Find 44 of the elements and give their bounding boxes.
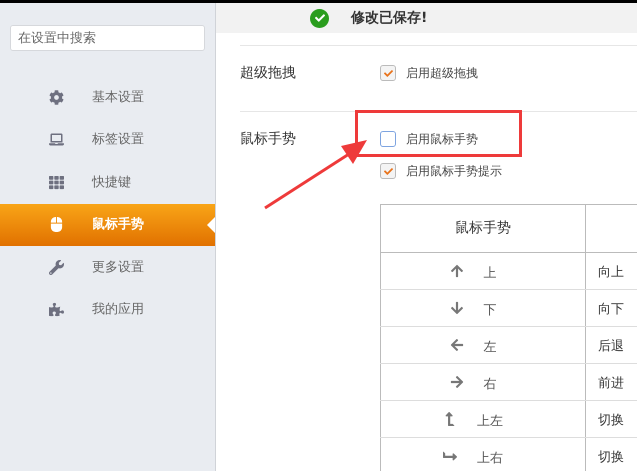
success-icon: [310, 8, 329, 28]
table-cell-text: 左: [484, 339, 496, 358]
toast-message: 修改已保存!: [351, 8, 428, 28]
option-label: 启用鼠标手势: [406, 131, 478, 148]
checkbox[interactable]: [380, 163, 396, 179]
down-arrow-icon: [450, 301, 464, 315]
nav-item[interactable]: 标签设置: [0, 118, 215, 161]
grid-icon: [48, 174, 64, 190]
search-field[interactable]: 在设置中搜索: [10, 25, 205, 51]
checkbox[interactable]: [380, 65, 396, 81]
up-arrow-icon: [450, 264, 464, 278]
nav-item[interactable]: 更多设置: [0, 246, 215, 288]
left-arrow-icon: [450, 338, 464, 352]
turn-arrow-icon: [443, 449, 457, 463]
section-title: 超级拖拽: [240, 64, 296, 83]
turn-arrow-icon: [443, 412, 457, 426]
nav-item[interactable]: 我的应用: [0, 288, 215, 331]
right-arrow-icon: [450, 375, 464, 389]
table-cell: 前进: [598, 376, 624, 391]
column-header: 鼠标手势: [380, 204, 586, 252]
table-cell: 切换: [598, 413, 624, 428]
table-cell-text: 上: [484, 265, 496, 284]
table-cell: 切换: [598, 450, 624, 465]
check-icon: [384, 166, 392, 176]
option-label: 启用超级拖拽: [406, 65, 478, 82]
wrench-icon: [48, 260, 64, 275]
option-label: 启用鼠标手势提示: [406, 163, 502, 180]
check-icon: [384, 68, 392, 78]
table-cell: 向下: [598, 302, 624, 317]
table-cell-text: 右: [484, 376, 496, 394]
nav-item[interactable]: 快捷键: [0, 161, 215, 204]
table-cell: 向上: [598, 265, 624, 280]
table-cell-text: 上右: [477, 450, 503, 468]
nav-item[interactable]: 基本设置: [0, 76, 215, 118]
mouse-icon: [48, 217, 64, 232]
table-cell: 后退: [598, 339, 624, 354]
puzzle-icon: [48, 302, 64, 318]
gear-icon: [48, 90, 64, 105]
checkbox[interactable]: [380, 131, 396, 147]
nav-item[interactable]: 鼠标手势: [0, 204, 215, 246]
laptop-icon: [48, 132, 64, 148]
table-cell-text: 下: [484, 302, 496, 320]
section-title: 鼠标手势: [240, 130, 296, 149]
table-cell-text: 上左: [477, 413, 503, 432]
